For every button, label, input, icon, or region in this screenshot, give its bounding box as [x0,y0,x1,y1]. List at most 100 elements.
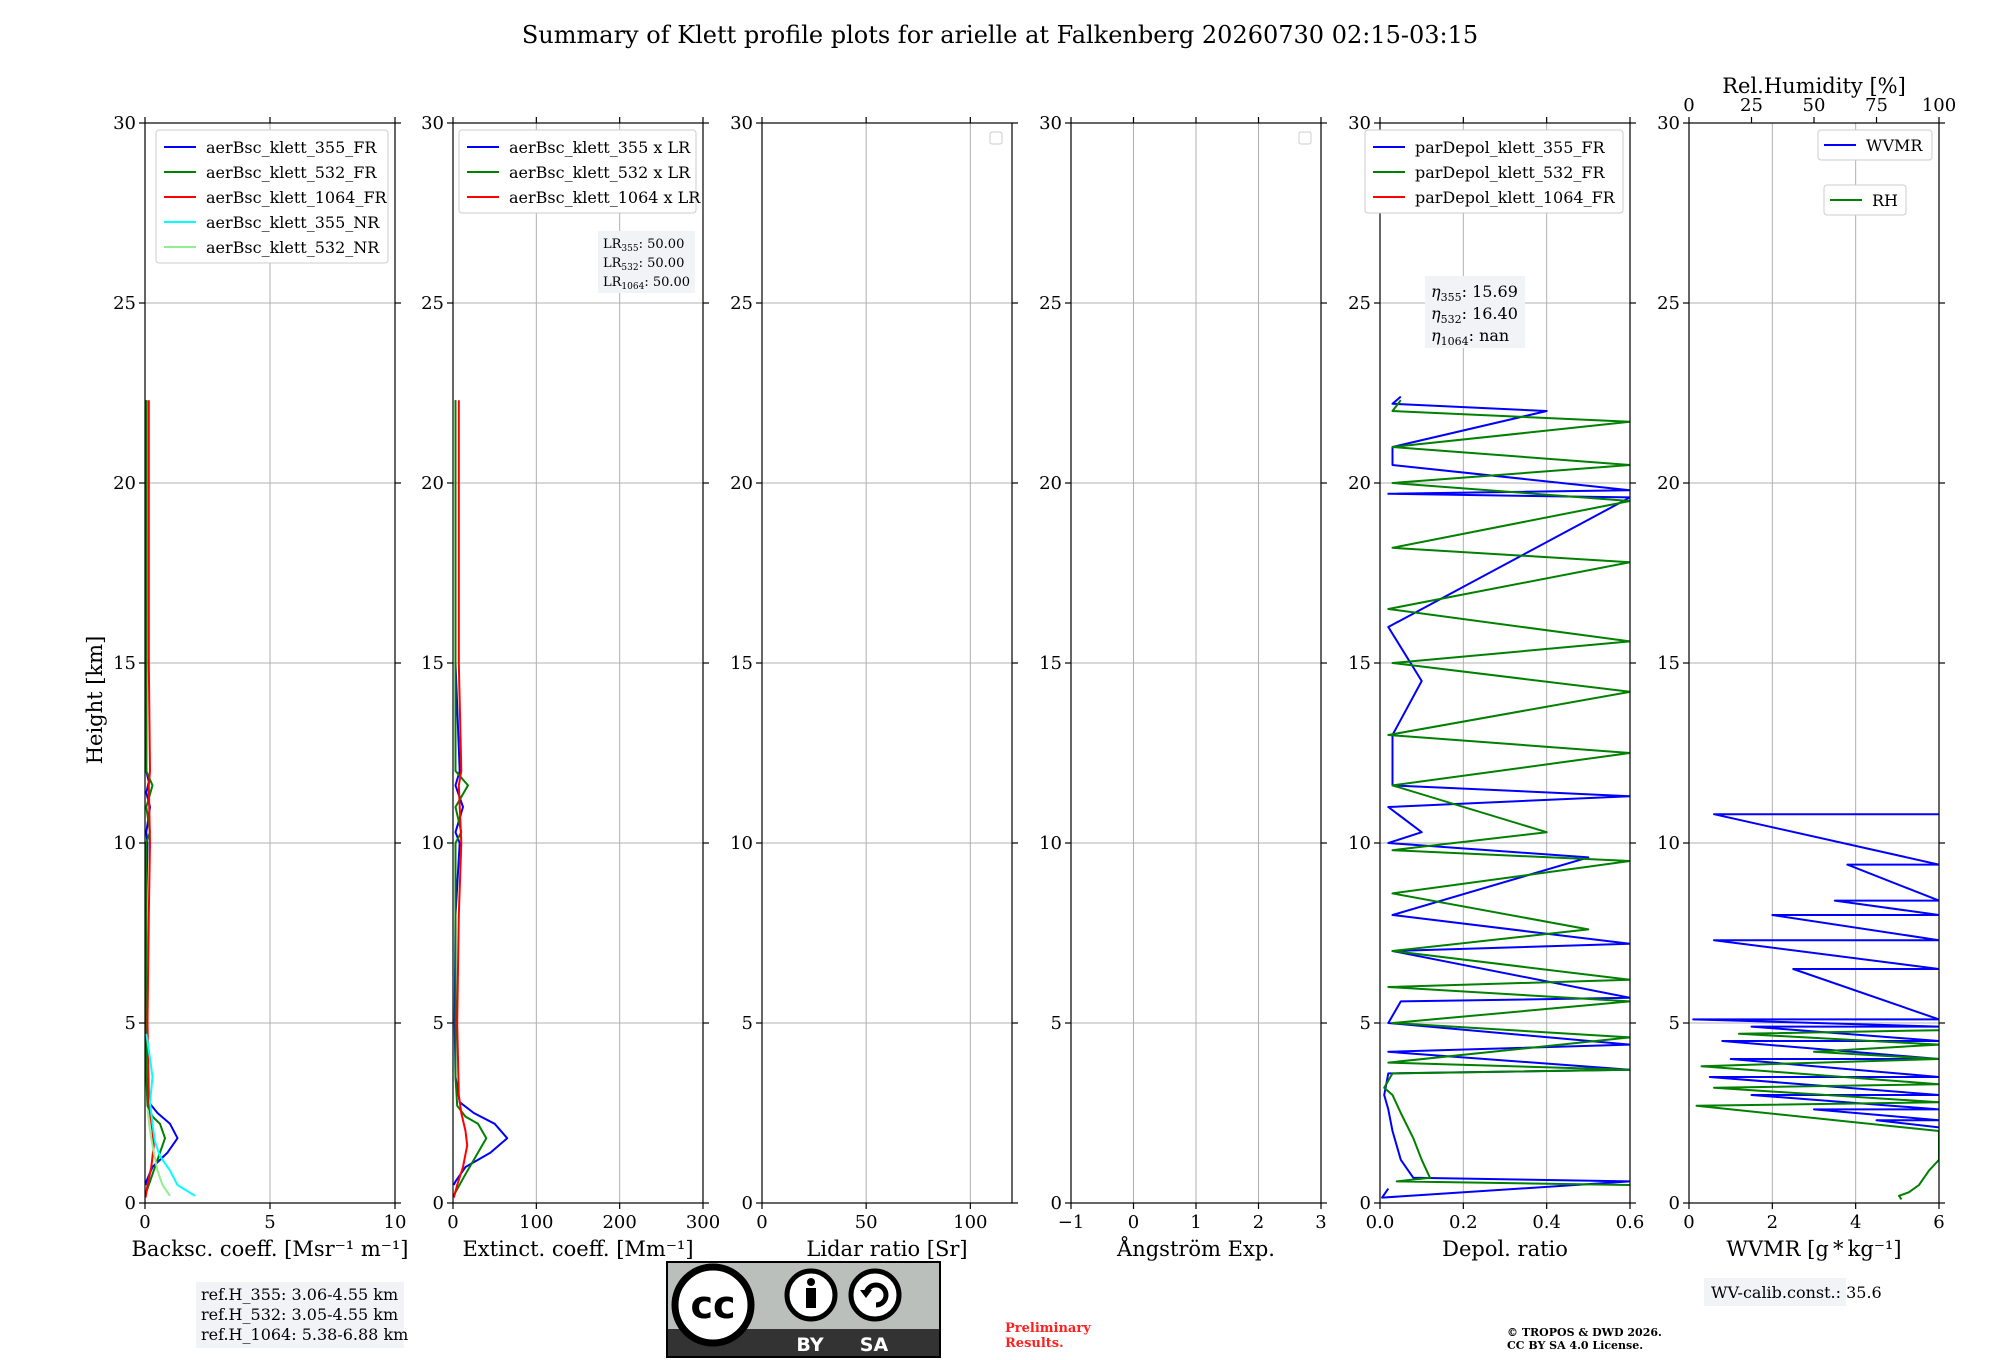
x-tick-label: 1 [1190,1212,1201,1233]
legend-label: RH [1872,191,1898,210]
x2-axis-label: Rel.Humidity [%] [1722,74,1906,98]
y-tick-label: 0 [433,1193,444,1214]
x-tick-label: 0.4 [1532,1212,1561,1233]
y-tick-label: 30 [1039,113,1062,134]
cc-by-sa-badge: cc BY SA [666,1261,941,1358]
profile-panels: 0510152025300 5 10Backsc. coeff. [Msr⁻¹ m⁻… [113,74,1956,1348]
legend-label: aerBsc_klett_1064 x LR [509,188,701,207]
y-tick-label: 0 [125,1193,136,1214]
y-axis-label: Height [km] [83,636,107,765]
panel-extinction: 0510152025300 100 200 300Extinct. coeff. [M… [421,113,720,1261]
x2-tick-label: 0 [1683,95,1694,116]
wv-calibration-annotation: WV-calib.const.: 35.6 [1704,1278,1882,1306]
y-tick-label: 20 [1348,473,1371,494]
x-axis-label: Extinct. coeff. [Mm⁻¹] [462,1237,693,1261]
y-tick-label: 10 [1657,833,1680,854]
x-tick-label: 5 [264,1212,275,1233]
x2-tick-label: 100 [1922,95,1956,116]
y-tick-label: 5 [1669,1013,1680,1034]
y-tick-label: 15 [730,653,753,674]
series-group [145,400,196,1198]
legend-label: aerBsc_klett_532_FR [206,163,377,182]
y-tick-label: 30 [113,113,136,134]
legend-label: aerBsc_klett_355_NR [206,213,380,232]
x-axis-label: Depol. ratio [1442,1237,1568,1261]
y-tick-label: 30 [730,113,753,134]
y-tick-label: 25 [1039,293,1062,314]
legend-label: aerBsc_klett_355 x LR [509,138,691,157]
y-tick-label: 20 [421,473,444,494]
y-tick-label: 0 [1360,1193,1371,1214]
x-tick-label: 4 [1850,1212,1861,1233]
x-tick-label: 0 [1128,1212,1139,1233]
y-tick-label: 20 [1039,473,1062,494]
y-tick-label: 20 [730,473,753,494]
y-tick-label: 20 [113,473,136,494]
legend-label: WVMR [1866,136,1923,155]
annotation-line: WV-calib.const.: 35.6 [1711,1283,1882,1302]
y-tick-label: 0 [742,1193,753,1214]
y-tick-label: 5 [1360,1013,1371,1034]
x-tick-label: 0 [139,1212,150,1233]
annotation-line: LR532: 50.00 [603,256,684,273]
y-tick-label: 10 [1348,833,1371,854]
x-tick-label: 100 [953,1212,987,1233]
panel-lidar-ratio: 0 5 10 15 20 25 30 0 50 100 Lidar ratio [Sr] [730,113,1018,1261]
y-tick-label: 10 [421,833,444,854]
y-tick-label: 10 [1039,833,1062,854]
preliminary-note-line2: Results. [1005,1336,1064,1351]
annotation-line: ref.H_1064: 5.38-6.88 km [201,1325,408,1344]
x-tick-label: 0.6 [1616,1212,1645,1233]
annotation-line: ref.H_355: 3.06-4.55 km [201,1285,398,1304]
y-tick-label: 15 [1657,653,1680,674]
x-tick-label: 2 [1767,1212,1778,1233]
x-tick-label: 50 [855,1212,878,1233]
series-group [1381,395,1630,1199]
x-tick-label: 0 [1683,1212,1694,1233]
x2-tick-label: 75 [1865,95,1888,116]
x-axis-label: WVMR [g * kg⁻¹] [1726,1237,1901,1261]
x-axis-label: Ångström Exp. [1116,1236,1275,1261]
panel-angstrom: 051015202530−1 0 1 2 3Ångström Exp. [1039,113,1327,1261]
y-tick-label: 0 [1051,1193,1062,1214]
legend: aerBsc_klett_355_FR aerBsc_klett_532_FRae… [155,129,389,264]
y-tick-label: 30 [421,113,444,134]
y-tick-label: 20 [1657,473,1680,494]
legend-label: aerBsc_klett_355_FR [206,138,377,157]
legend: parDepol_klett_355_FR parDepol_klett_532_… [1364,129,1624,214]
x-axis-label: Lidar ratio [Sr] [806,1237,967,1261]
figure-title: Summary of Klett profile plots for ariel… [522,21,1478,49]
series-line-parDepol_klett_355_FR [1381,395,1630,1199]
legend-label: aerBsc_klett_532 x LR [509,163,691,182]
y-tick-label: 15 [1039,653,1062,674]
series-group [453,400,509,1198]
x-tick-label: −1 [1058,1212,1085,1233]
y-tick-label: 30 [1657,113,1680,134]
y-tick-label: 5 [742,1013,753,1034]
panel-backscatter: 0 5 10 15 20 25 30 0 5 10 Backsc. coeff. [Msr⁻¹ m⁻… [113,113,408,1348]
x-tick-label: 0.2 [1449,1212,1478,1233]
x-tick-label: 10 [384,1212,407,1233]
panel-depol: 0510152025300.0 0.2 0.4 0.6Depol. ratioparD… [1348,113,1644,1261]
x-tick-label: 6 [1933,1212,1944,1233]
y-tick-label: 25 [1657,293,1680,314]
y-tick-label: 10 [113,833,136,854]
klett-summary-figure: Summary of Klett profile plots for ariel… [83,21,1956,1358]
x-tick-label: 100 [519,1212,553,1233]
legend-label: parDepol_klett_1064_FR [1415,188,1616,207]
preliminary-note-line1: Preliminary [1005,1321,1091,1336]
cc-letters: cc [690,1283,735,1327]
panel-wvmr: 0510152025300 2 4 6WVMR [g * kg⁻¹]0 25 50 75 10… [1657,74,1956,1306]
badge-sa-label: SA [860,1334,889,1356]
legend-label: parDepol_klett_532_FR [1415,163,1606,182]
y-tick-label: 5 [125,1013,136,1034]
y-tick-label: 0 [1669,1193,1680,1214]
legend: WVMR [1817,129,1933,161]
annotation-line: LR355: 50.00 [603,237,684,254]
y-tick-label: 25 [730,293,753,314]
legend: aerBsc_klett_355 x LR aerBsc_klett_532 x … [458,129,701,214]
series-line-aerBsc_klett_355 x LR [453,400,509,1186]
y-tick-label: 5 [1051,1013,1062,1034]
legend-label: aerBsc_klett_532_NR [206,238,380,257]
sa-icon [848,1268,902,1322]
